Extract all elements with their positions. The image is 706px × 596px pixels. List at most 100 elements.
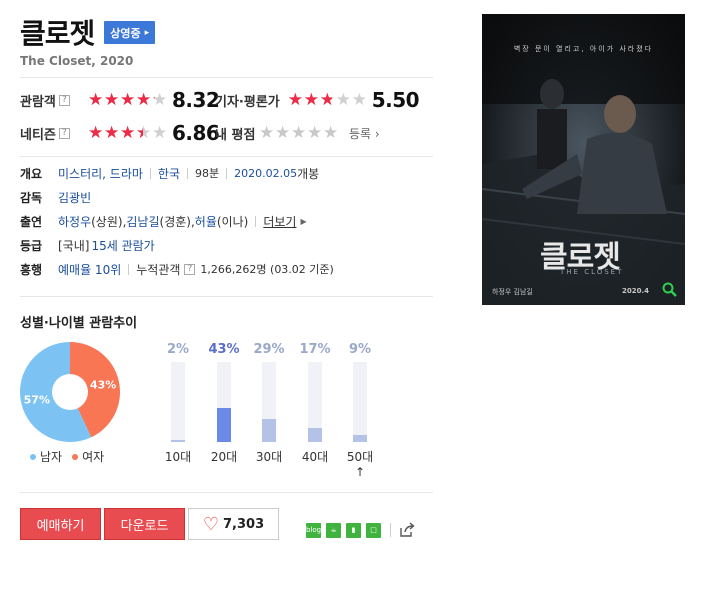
bar-category-label: 20대 (210, 450, 238, 464)
separator (390, 523, 391, 537)
rating-mine-label: 내 평점 (215, 127, 256, 143)
male-legend-dot (30, 453, 36, 460)
bar (308, 428, 322, 442)
genre-link[interactable]: 미스터리, 드라마 (58, 165, 143, 182)
zoom-icon[interactable] (662, 282, 678, 298)
star-icon[interactable]: ★ (307, 125, 323, 142)
reserve-button[interactable]: 예매하기 (20, 508, 101, 540)
like-count: 7,303 (223, 516, 265, 532)
help-icon[interactable]: ? (184, 263, 196, 275)
memo-icon[interactable]: □ (366, 522, 381, 538)
info-grade: 등급 [국내] 15세 관람가 (20, 235, 155, 255)
rating-netizen: 네티즌? ★★★★★★★★★ 6.86 (20, 121, 220, 145)
age-bar-column: 2% 10대 (160, 342, 196, 465)
my-rating-stars[interactable]: ★ ★ ★ ★ ★ (259, 125, 339, 142)
cumulative-value: 1,266,262명 (03.02 기준) (200, 263, 334, 276)
bookmark-icon[interactable]: ▮ (346, 522, 361, 538)
netizen-score: 6.86 (172, 121, 220, 145)
rating-critic: 기자·평론가 ★ ★ ★ ★ ★ ★ ★ ★ 5.50 (215, 88, 420, 112)
separator (128, 263, 130, 275)
grade-prefix: [국내] (58, 238, 90, 253)
like-button[interactable]: ♡ 7,303 (188, 508, 279, 540)
download-button[interactable]: 다운로드 (104, 508, 185, 540)
info-boxoffice: 흥행 예매율 10위 누적관객 ? 1,266,262명 (03.02 기준) (20, 259, 334, 279)
country-link[interactable]: 한국 (158, 165, 180, 182)
rating-mine: 내 평점 ★ ★ ★ ★ ★ 등록 › (215, 121, 380, 145)
star-icon: ★★ (319, 90, 335, 110)
age-bar-column: 29% 30대 (251, 342, 287, 465)
star-icon[interactable]: ★ (275, 125, 291, 142)
bar-category-label: 50대↑ (346, 450, 374, 479)
reserve-button-label: 예매하기 (36, 518, 85, 534)
star-icon: ★ (335, 90, 351, 110)
bar-track (171, 362, 185, 442)
age-bar-column: 43% 20대 (206, 342, 242, 465)
release-date-link[interactable]: 2020.02.05 (234, 167, 297, 180)
bar-track (353, 362, 367, 442)
star-icon[interactable]: ★ (323, 125, 339, 142)
help-icon[interactable]: ? (58, 94, 70, 106)
pie-hole (52, 374, 88, 410)
status-badge[interactable]: 상영중 ▸ (104, 20, 156, 44)
pie-label: 57% (24, 393, 50, 406)
star-icon: ★★ (104, 90, 120, 110)
star-icon: ★★ (303, 90, 319, 110)
register-rating-link[interactable]: 등록 › (349, 125, 380, 142)
bar-category-label: 40대 (301, 450, 329, 464)
actor-link[interactable]: 하정우 (58, 213, 91, 230)
register-label: 등록 (349, 126, 372, 141)
cast-more-link[interactable]: 더보기 (263, 213, 296, 230)
booking-rank-link[interactable]: 예매율 10위 (58, 261, 121, 278)
rating-audience: 관람객? ★★★★★★★★★★ 8.32 (20, 88, 220, 112)
chevron-right-icon: › (374, 126, 380, 141)
bar-value-label: 29% (253, 342, 285, 357)
cafe-icon[interactable]: ☕ (326, 522, 341, 538)
share-icon[interactable] (399, 522, 415, 538)
star-icon: ★★ (88, 123, 104, 143)
runtime: 98분 (195, 167, 220, 180)
overview-label: 개요 (20, 166, 43, 181)
title-row: 클로젯 상영중 ▸ (20, 12, 156, 52)
info-overview: 개요 미스터리, 드라마 한국 98분 2020.02.05 개봉 (20, 163, 319, 183)
help-icon[interactable]: ? (58, 127, 70, 139)
pie-label: 43% (90, 379, 116, 392)
poster-date: 2020.4 (622, 287, 650, 295)
star-icon[interactable]: ★ (259, 125, 275, 142)
cumulative-label: 누적관객 (136, 262, 181, 277)
movie-poster[interactable]: 벽장 문이 열리고, 아이가 사라졌다 클로젯 THE CLOSET 하정우 김… (482, 14, 685, 305)
bar (262, 418, 276, 442)
female-legend-dot (72, 453, 79, 460)
cast-label: 출연 (20, 214, 43, 229)
rating-netizen-label: 네티즌 (20, 127, 56, 143)
star-icon[interactable]: ★ (291, 125, 307, 142)
separator (226, 167, 228, 179)
bar-value-label: 2% (166, 342, 190, 357)
bar-track (308, 362, 322, 442)
star-icon: ★ (152, 123, 168, 143)
blog-icon[interactable]: blog (306, 522, 321, 538)
rating-audience-label: 관람객 (20, 94, 56, 110)
info-cast: 출연 하정우 (상원), 김남길 (경훈), 허율 (이나) 더보기 ▶ (20, 211, 307, 231)
section-title: 성별·나이별 관람추이 (20, 316, 138, 331)
poster-credits: 하정우 김남길 (492, 288, 533, 296)
bar-value-label: 9% (348, 342, 372, 357)
female-legend-label: 여자 (82, 450, 105, 464)
bar (217, 407, 231, 442)
bar-category-label: 30대 (255, 450, 283, 464)
male-legend-label: 남자 (40, 450, 63, 464)
director-link[interactable]: 김광빈 (58, 189, 91, 206)
movie-subtitle: The Closet, 2020 (20, 54, 134, 68)
grade-link[interactable]: 15세 관람가 (91, 237, 154, 254)
movie-title: 클로젯 (20, 17, 95, 50)
star-icon: ★★ (88, 90, 104, 110)
bar-track (262, 362, 276, 442)
actor-link[interactable]: 김남길 (126, 213, 159, 230)
star-icon: ★★ (136, 90, 152, 110)
release-suffix: 개봉 (297, 166, 320, 181)
star-icon: ★★ (120, 123, 136, 143)
chevron-right-icon: ▸ (144, 27, 150, 38)
actor-link[interactable]: 허율 (195, 213, 217, 230)
gender-legend: 남자 여자 (30, 448, 104, 465)
bar (171, 440, 185, 442)
rating-critic-label: 기자·평론가 (215, 94, 280, 110)
